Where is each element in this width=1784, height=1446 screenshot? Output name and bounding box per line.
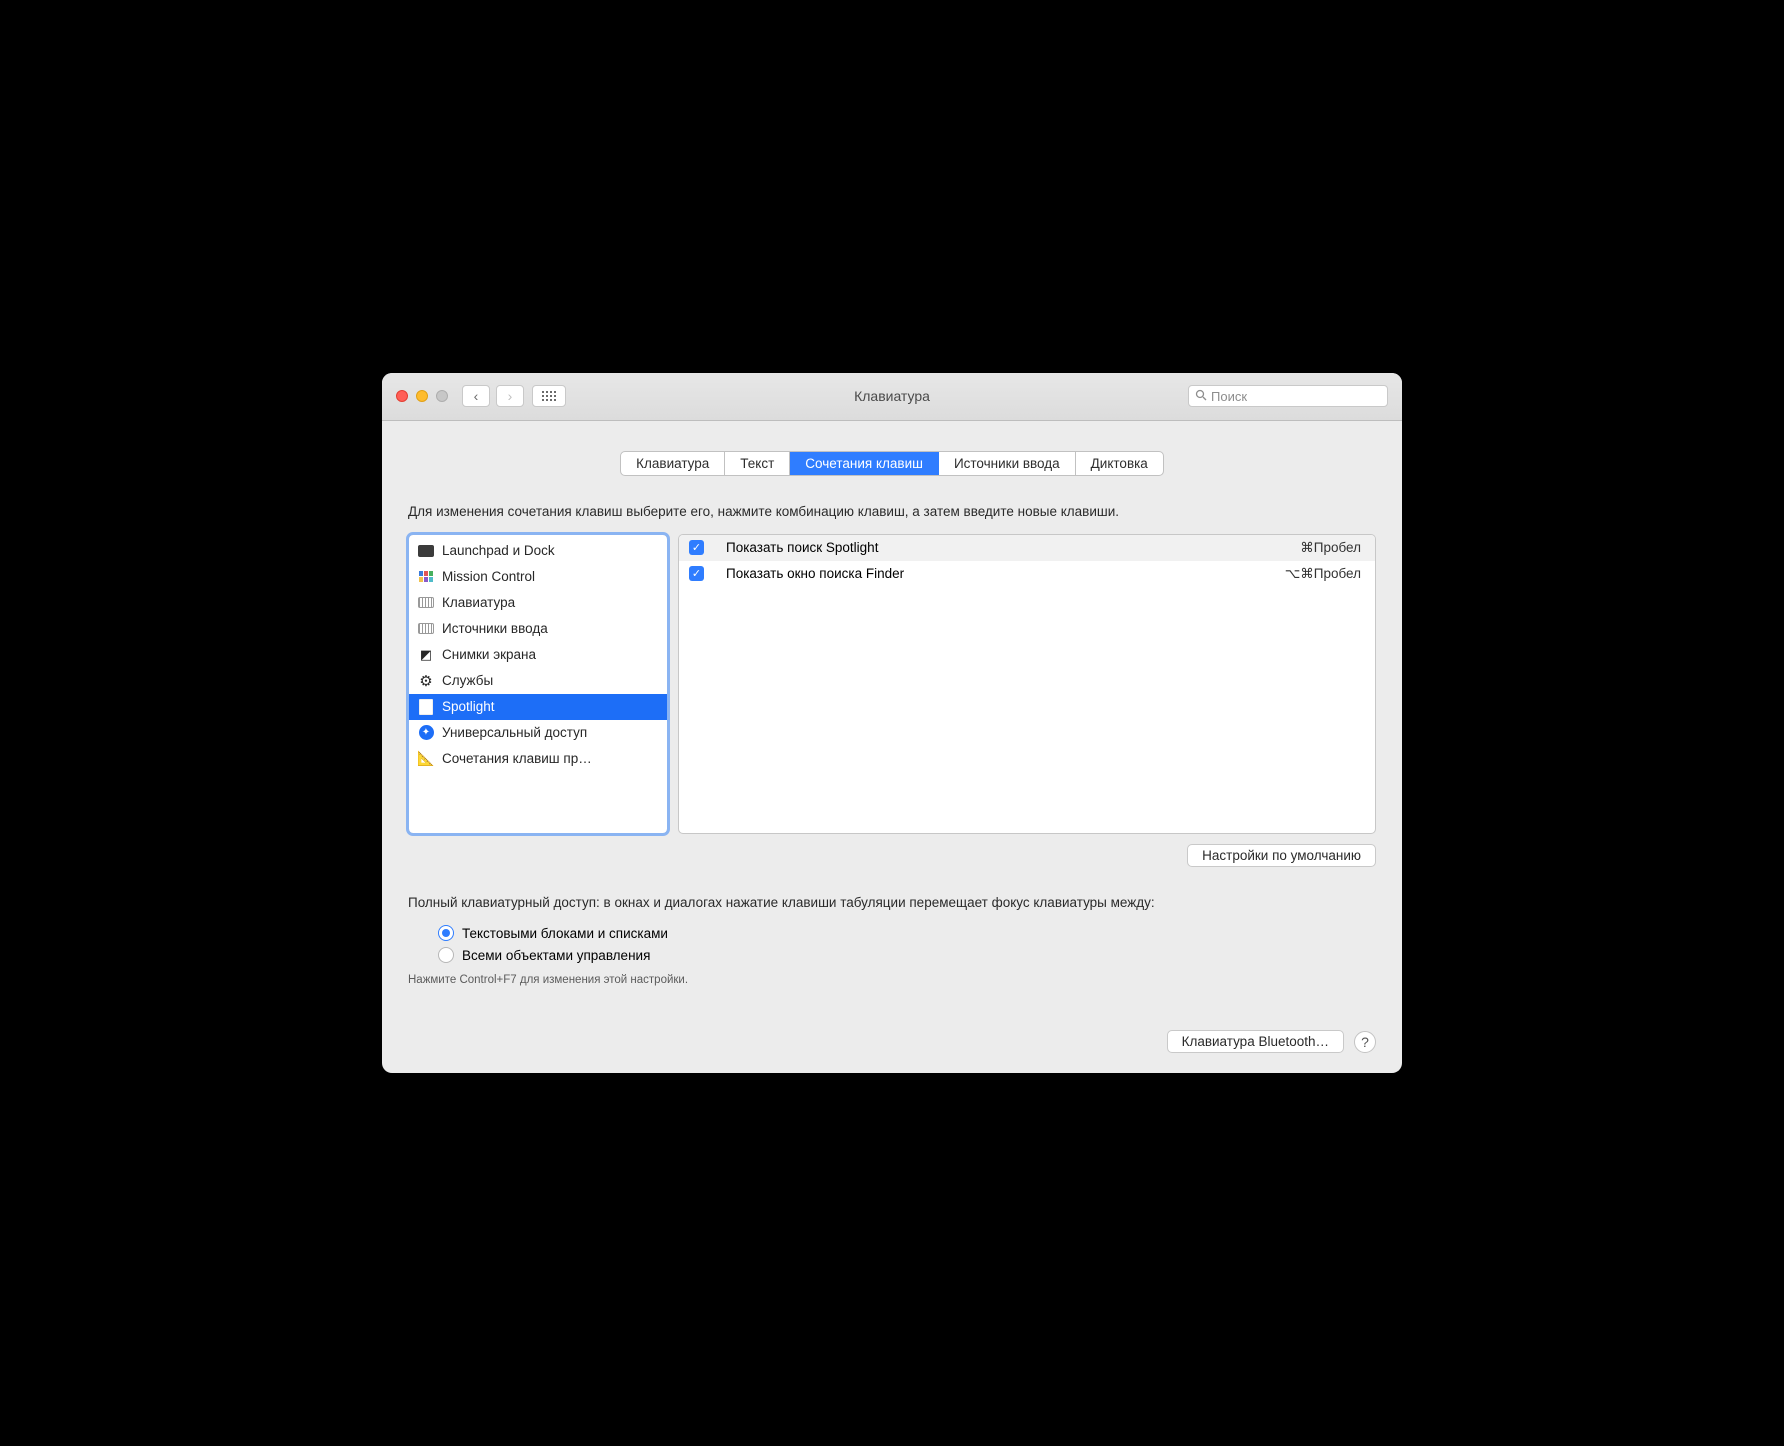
shortcut-combo[interactable]: ⌥⌘Пробел: [1285, 566, 1361, 582]
tab-3[interactable]: Источники ввода: [939, 452, 1076, 475]
radio-label: Всеми объектами управления: [462, 948, 650, 963]
category-keyboard[interactable]: Источники ввода: [409, 616, 667, 642]
launchpad-icon: [417, 542, 435, 560]
restore-defaults-button[interactable]: Настройки по умолчанию: [1187, 844, 1376, 867]
minimize-icon[interactable]: [416, 390, 428, 402]
radio-option-1[interactable]: Всеми объектами управления: [438, 944, 1376, 966]
grid-icon: [542, 391, 556, 401]
access-icon: ✦: [417, 724, 435, 742]
bluetooth-keyboard-button[interactable]: Клавиатура Bluetooth…: [1167, 1030, 1344, 1053]
keyboard-icon: [417, 620, 435, 638]
category-spotlight[interactable]: Spotlight: [409, 694, 667, 720]
hint-text: Нажмите Control+F7 для изменения этой на…: [408, 974, 1376, 986]
category-app[interactable]: 📐 Сочетания клавиш пр…: [409, 746, 667, 772]
full-keyboard-access-text: Полный клавиатурный доступ: в окнах и ди…: [408, 893, 1376, 913]
shortcut-row[interactable]: ✓ Показать поиск Spotlight ⌘Пробел: [679, 535, 1375, 561]
preferences-window: ‹ › Клавиатура КлавиатураТекстСочетания …: [382, 373, 1402, 1073]
category-access[interactable]: ✦ Универсальный доступ: [409, 720, 667, 746]
mission-icon: [417, 568, 435, 586]
window-controls: [396, 390, 448, 402]
app-icon: 📐: [417, 750, 435, 768]
category-label: Службы: [442, 673, 493, 688]
radio-button[interactable]: [438, 925, 454, 941]
spotlight-icon: [417, 698, 435, 716]
back-button[interactable]: ‹: [462, 385, 490, 407]
content: КлавиатураТекстСочетания клавишИсточники…: [382, 421, 1402, 1073]
radio-option-0[interactable]: Текстовыми блоками и списками: [438, 922, 1376, 944]
close-icon[interactable]: [396, 390, 408, 402]
shortcut-combo[interactable]: ⌘Пробел: [1300, 540, 1361, 556]
services-icon: ⚙︎: [417, 672, 435, 690]
nav-buttons: ‹ ›: [462, 385, 524, 407]
tab-1[interactable]: Текст: [725, 452, 790, 475]
category-mission[interactable]: Mission Control: [409, 564, 667, 590]
chevron-left-icon: ‹: [474, 388, 479, 404]
category-label: Mission Control: [442, 569, 535, 584]
shortcut-label: Показать поиск Spotlight: [716, 540, 1288, 555]
category-label: Клавиатура: [442, 595, 515, 610]
category-label: Источники ввода: [442, 621, 548, 636]
category-label: Универсальный доступ: [442, 725, 587, 740]
tab-4[interactable]: Диктовка: [1076, 452, 1163, 475]
search-field[interactable]: [1188, 385, 1388, 407]
category-label: Launchpad и Dock: [442, 543, 555, 558]
forward-button[interactable]: ›: [496, 385, 524, 407]
category-list[interactable]: Launchpad и Dock Mission Control Клавиатур…: [408, 534, 668, 834]
category-screenshot[interactable]: ◩ Снимки экрана: [409, 642, 667, 668]
shortcut-row[interactable]: ✓ Показать окно поиска Finder ⌥⌘Пробел: [679, 561, 1375, 587]
titlebar: ‹ › Клавиатура: [382, 373, 1402, 421]
radio-label: Текстовыми блоками и списками: [462, 926, 668, 941]
help-icon: ?: [1361, 1034, 1369, 1050]
show-all-button[interactable]: [532, 385, 566, 407]
shortcut-checkbox[interactable]: ✓: [689, 566, 704, 581]
category-launchpad[interactable]: Launchpad и Dock: [409, 538, 667, 564]
tab-0[interactable]: Клавиатура: [621, 452, 725, 475]
keyboard-icon: [417, 594, 435, 612]
category-label: Снимки экрана: [442, 647, 536, 662]
category-keyboard[interactable]: Клавиатура: [409, 590, 667, 616]
zoom-icon: [436, 390, 448, 402]
radio-group: Текстовыми блоками и списками Всеми объек…: [408, 922, 1376, 966]
search-input[interactable]: [1211, 389, 1381, 404]
category-services[interactable]: ⚙︎ Службы: [409, 668, 667, 694]
category-label: Spotlight: [442, 699, 495, 714]
chevron-right-icon: ›: [508, 388, 513, 404]
tab-bar: КлавиатураТекстСочетания клавишИсточники…: [620, 451, 1164, 476]
screenshot-icon: ◩: [417, 646, 435, 664]
radio-button[interactable]: [438, 947, 454, 963]
tab-2[interactable]: Сочетания клавиш: [790, 452, 939, 475]
category-label: Сочетания клавиш пр…: [442, 751, 592, 766]
help-button[interactable]: ?: [1354, 1031, 1376, 1053]
search-icon: [1195, 389, 1207, 404]
shortcut-label: Показать окно поиска Finder: [716, 566, 1273, 581]
shortcut-checkbox[interactable]: ✓: [689, 540, 704, 555]
shortcut-list[interactable]: ✓ Показать поиск Spotlight ⌘Пробел ✓ Показат…: [678, 534, 1376, 834]
instruction-text: Для изменения сочетания клавиш выберите …: [408, 502, 1376, 522]
